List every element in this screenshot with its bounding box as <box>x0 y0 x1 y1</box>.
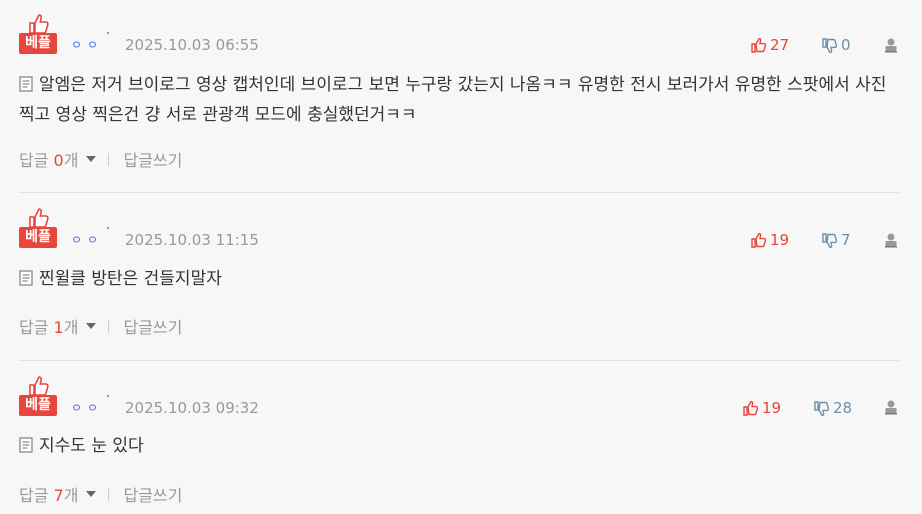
reply-count: 7 <box>53 486 64 505</box>
write-reply-button[interactable]: 답글쓰기 <box>123 314 182 338</box>
chevron-down-icon[interactable] <box>86 156 97 162</box>
separator <box>108 152 110 166</box>
reply-unit: 개 <box>63 151 79 170</box>
thumbs-down-icon <box>814 400 830 416</box>
reply-toggle[interactable]: 답글 0개 <box>19 147 78 171</box>
thumbs-down-icon <box>822 37 838 53</box>
nickname-marker <box>107 395 109 397</box>
document-icon <box>19 270 33 286</box>
nickname-marker <box>107 227 109 229</box>
write-reply-button[interactable]: 답글쓰기 <box>123 482 182 506</box>
chevron-down-icon[interactable] <box>86 491 97 497</box>
thumbs-up-icon <box>751 232 767 248</box>
reply-label: 답글 <box>19 151 49 170</box>
comment-date: 2025.10.03 09:32 <box>125 399 259 417</box>
chevron-down-icon[interactable] <box>86 323 97 329</box>
comment-body: 찐윌클 방탄은 건들지말자 <box>19 264 899 294</box>
thumbs-down-icon <box>822 232 838 248</box>
comment-text: 알엠은 저거 브이로그 영상 캡처인데 브이로그 보면 누구랑 갔는지 나옴ㅋㅋ… <box>19 75 887 125</box>
comment-text: 지수도 눈 있다 <box>39 436 144 456</box>
upvote-count: 19 <box>762 399 782 417</box>
reply-unit: 개 <box>63 486 79 505</box>
reply-count: 1 <box>53 318 64 337</box>
thumbs-up-icon <box>29 14 49 34</box>
downvote-button[interactable]: 0 <box>822 36 851 54</box>
divider <box>19 192 899 193</box>
thumbs-up-icon <box>29 376 49 396</box>
downvote-button[interactable]: 7 <box>822 231 851 249</box>
write-reply-button[interactable]: 답글쓰기 <box>123 147 182 171</box>
reply-label: 답글 <box>19 318 49 337</box>
report-icon[interactable] <box>883 399 899 415</box>
upvote-count: 19 <box>770 231 790 249</box>
reply-bar: 답글 1개 답글쓰기 <box>19 314 182 338</box>
reply-bar: 답글 7개 답글쓰기 <box>19 482 182 506</box>
best-badge-label: 베플 <box>19 395 57 416</box>
divider <box>19 360 899 361</box>
comment-text: 찐윌클 방탄은 건들지말자 <box>39 269 222 289</box>
upvote-button[interactable]: 27 <box>751 36 789 54</box>
document-icon <box>19 437 33 453</box>
nickname[interactable]: ㅇㅇ <box>71 231 103 248</box>
report-icon[interactable] <box>883 232 899 248</box>
thumbs-up-icon <box>751 37 767 53</box>
best-badge-label: 베플 <box>19 33 57 54</box>
thumbs-up-icon <box>29 208 49 228</box>
downvote-count: 7 <box>841 231 851 249</box>
report-icon[interactable] <box>883 37 899 53</box>
nickname[interactable]: ㅇㅇ <box>71 36 103 53</box>
reply-bar: 답글 0개 답글쓰기 <box>19 147 182 171</box>
reply-toggle[interactable]: 답글 1개 <box>19 314 78 338</box>
upvote-count: 27 <box>770 36 790 54</box>
nickname[interactable]: ㅇㅇ <box>71 399 103 416</box>
best-badge: 베플 <box>19 14 57 54</box>
best-badge: 베플 <box>19 208 57 248</box>
reply-unit: 개 <box>63 318 79 337</box>
comment-date: 2025.10.03 06:55 <box>125 36 259 54</box>
thumbs-up-icon <box>743 400 759 416</box>
document-icon <box>19 76 33 92</box>
downvote-count: 28 <box>833 399 853 417</box>
best-badge-label: 베플 <box>19 227 57 248</box>
reply-label: 답글 <box>19 486 49 505</box>
upvote-button[interactable]: 19 <box>743 399 781 417</box>
comment-body: 알엠은 저거 브이로그 영상 캡처인데 브이로그 보면 누구랑 갔는지 나옴ㅋㅋ… <box>19 70 899 130</box>
best-badge: 베플 <box>19 376 57 416</box>
reply-count: 0 <box>53 151 64 170</box>
reply-toggle[interactable]: 답글 7개 <box>19 482 78 506</box>
separator <box>108 487 110 501</box>
upvote-button[interactable]: 19 <box>751 231 789 249</box>
nickname-marker <box>107 32 109 34</box>
separator <box>108 319 110 333</box>
comment-body: 지수도 눈 있다 <box>19 431 899 461</box>
comment-date: 2025.10.03 11:15 <box>125 231 259 249</box>
downvote-button[interactable]: 28 <box>814 399 852 417</box>
downvote-count: 0 <box>841 36 851 54</box>
